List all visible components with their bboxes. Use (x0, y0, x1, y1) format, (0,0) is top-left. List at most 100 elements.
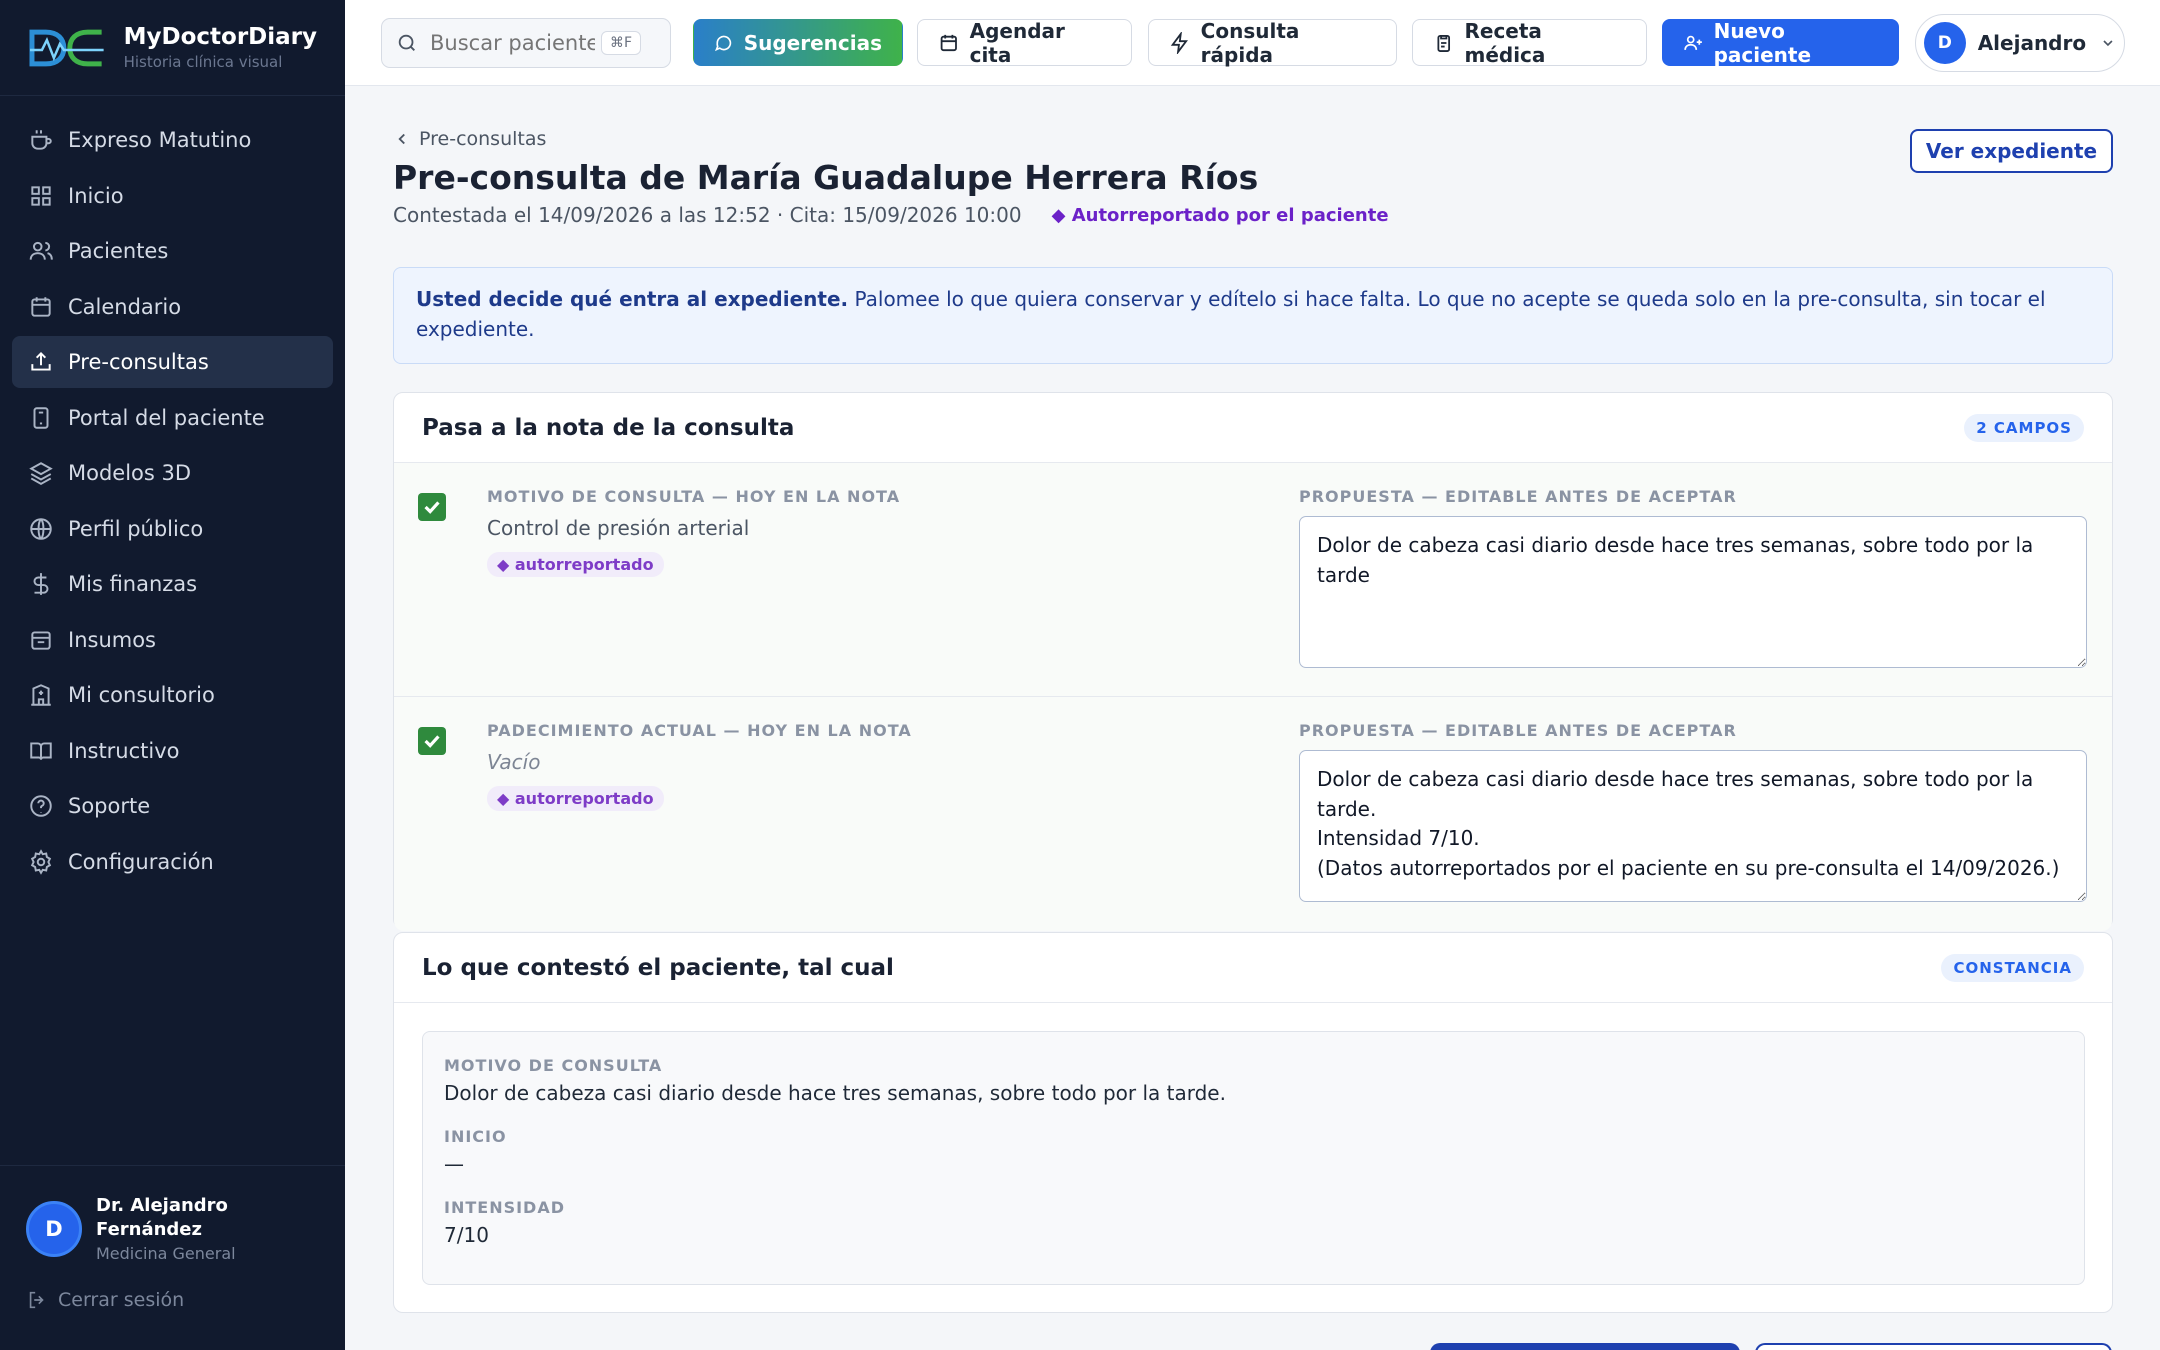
sidebar-item-label: Soporte (68, 794, 151, 818)
sidebar-item-configuracion[interactable]: Configuración (12, 836, 333, 888)
current-value: Vacío (487, 750, 541, 774)
clipboard-icon (1437, 34, 1451, 52)
agendar-cita-button[interactable]: Agendar cita (917, 18, 1132, 67)
nuevo-paciente-button[interactable]: Nuevo paciente (1662, 18, 1899, 67)
sidebar-item-calendario[interactable]: Calendario (12, 281, 333, 333)
coffee-icon (31, 130, 52, 150)
sidebar-user: D Dr. Alejandro Fernández Medicina Gener… (0, 1165, 345, 1350)
avatar: D (1924, 22, 1966, 64)
sidebar-item-perfil-publico[interactable]: Perfil público (12, 503, 333, 555)
building-icon (31, 684, 51, 706)
sidebar-item-pacientes[interactable]: Pacientes (12, 225, 333, 277)
accept-button-partial[interactable] (1430, 1343, 1740, 1350)
info-bold: Usted decide qué entra al expediente. (416, 287, 849, 311)
nota-card-header: Pasa a la nota de la consulta 2 CAMPOS (394, 393, 2112, 463)
page-meta: Contestada el 14/09/2026 a las 12:52 · C… (393, 203, 1389, 227)
book-icon (30, 741, 52, 760)
sidebar-item-label: Pre-consultas (68, 350, 209, 374)
receta-medica-label: Receta médica (1464, 18, 1546, 67)
answer-item: INICIO — (444, 1127, 2063, 1176)
sidebar-item-label: Inicio (68, 183, 124, 208)
sidebar-item-label: Instructivo (68, 738, 180, 763)
receta-medica-button[interactable]: Receta médica (1412, 18, 1647, 67)
sidebar-item-instructivo[interactable]: Instructivo (12, 725, 333, 777)
proposal-label: PROPUESTA — EDITABLE ANTES DE ACEPTAR (1299, 721, 1737, 740)
chevron-left-icon (398, 133, 405, 145)
nuevo-paciente-label: Nuevo paciente (1713, 18, 1812, 67)
answered-date: Contestada el 14/09/2026 a las 12:52 · C… (393, 203, 1022, 227)
proposal-textarea[interactable]: Dolor de cabeza casi diario desde hace t… (1299, 516, 2087, 668)
user-name: Dr. Alejandro Fernández (96, 1195, 228, 1240)
consulta-rapida-button[interactable]: Consulta rápida (1148, 18, 1397, 67)
inbox-upload-icon (31, 351, 51, 371)
sidebar-item-label: Configuración (68, 849, 214, 874)
sidebar: MyDoctorDiary Historia clínica visual Ex… (0, 0, 345, 1350)
help-icon (30, 795, 52, 817)
sidebar-item-mi-consultorio[interactable]: Mi consultorio (12, 669, 333, 721)
breadcrumb-label: Pre-consultas (419, 128, 547, 150)
topbar: ⌘F Sugerencias Agendar cita Consulta ráp… (345, 0, 2160, 86)
answer-label: INTENSIDAD (444, 1198, 565, 1217)
constancia-card-header: Lo que contestó el paciente, tal cual CO… (394, 933, 2112, 1003)
sidebar-nav: Expreso Matutino Inicio Pacientes Calend… (0, 96, 345, 909)
constancia-badge: CONSTANCIA (1941, 953, 2084, 982)
gear-icon (30, 848, 52, 875)
box-icon (31, 630, 51, 650)
sidebar-item-pre-consultas[interactable]: Pre-consultas (12, 336, 333, 388)
consulta-rapida-label: Consulta rápida (1200, 18, 1300, 67)
answer-label: MOTIVO DE CONSULTA (444, 1056, 663, 1075)
sugerencias-label: Sugerencias (743, 30, 882, 55)
globe-icon (30, 517, 52, 540)
brand[interactable]: MyDoctorDiary Historia clínica visual (0, 0, 345, 96)
logout-icon (29, 1291, 44, 1309)
breadcrumb[interactable]: Pre-consultas (393, 128, 546, 150)
sidebar-item-modelos-3d[interactable]: Modelos 3D (12, 447, 333, 499)
sidebar-item-label: Portal del paciente (68, 405, 265, 430)
current-value: Control de presión arterial (487, 516, 750, 540)
search-input[interactable] (430, 31, 595, 55)
user-menu-name: Alejandro (1977, 31, 2087, 55)
page-title: Pre-consulta de María Guadalupe Herrera … (393, 158, 1259, 197)
sidebar-item-soporte[interactable]: Soporte (12, 780, 333, 832)
check-icon (424, 735, 440, 748)
sidebar-item-label: Modelos 3D (68, 461, 192, 485)
agendar-cita-label: Agendar cita (969, 18, 1065, 67)
sidebar-item-label: Perfil público (68, 516, 204, 541)
calendar-icon (31, 296, 51, 317)
sidebar-item-mis-finanzas[interactable]: Mis finanzas (12, 558, 333, 610)
avatar[interactable]: D (26, 1200, 82, 1257)
chevron-down-icon (2103, 40, 2113, 47)
secondary-button-partial[interactable] (1755, 1343, 2112, 1350)
sidebar-item-portal-del-paciente[interactable]: Portal del paciente (12, 392, 333, 444)
user-menu[interactable]: D Alejandro (1915, 14, 2125, 72)
proposal-textarea[interactable]: Dolor de cabeza casi diario desde hace t… (1299, 750, 2087, 902)
sidebar-item-inicio[interactable]: Inicio (12, 170, 333, 222)
self-reported-badge: ◆ Autorreportado por el paciente (1051, 204, 1389, 226)
sidebar-item-expreso-matutino[interactable]: Expreso Matutino (12, 114, 333, 166)
users-icon (29, 241, 53, 260)
patient-answers: MOTIVO DE CONSULTA Dolor de cabeza casi … (422, 1031, 2085, 1285)
sidebar-item-label: Expreso Matutino (68, 128, 252, 152)
accept-checkbox[interactable] (418, 727, 446, 755)
logout-button[interactable]: Cerrar sesión (26, 1289, 319, 1311)
brand-subtitle: Historia clínica visual (123, 53, 283, 71)
user-plus-icon (1684, 35, 1702, 50)
sidebar-item-insumos[interactable]: Insumos (12, 614, 333, 666)
check-icon (424, 501, 440, 514)
search-shortcut: ⌘F (601, 31, 642, 55)
sugerencias-button[interactable]: Sugerencias (693, 19, 903, 66)
info-banner: Usted decide qué entra al expediente. Pa… (393, 267, 2113, 364)
sidebar-item-label: Insumos (68, 627, 156, 652)
ver-expediente-button[interactable]: Ver expediente (1910, 129, 2113, 173)
chat-icon (714, 35, 732, 51)
accept-checkbox[interactable] (418, 493, 446, 521)
fields-count-badge: 2 CAMPOS (1964, 413, 2084, 442)
search-box[interactable]: ⌘F (381, 18, 671, 68)
answer-value: — (444, 1152, 464, 1176)
logout-label: Cerrar sesión (58, 1289, 185, 1311)
dollar-icon (33, 573, 49, 595)
sidebar-item-label: Mis finanzas (68, 572, 198, 596)
nota-row-motivo: MOTIVO DE CONSULTA — HOY EN LA NOTA Cont… (394, 463, 2112, 697)
nota-card: Pasa a la nota de la consulta 2 CAMPOS M… (393, 392, 2113, 931)
calendar-icon (940, 34, 957, 51)
